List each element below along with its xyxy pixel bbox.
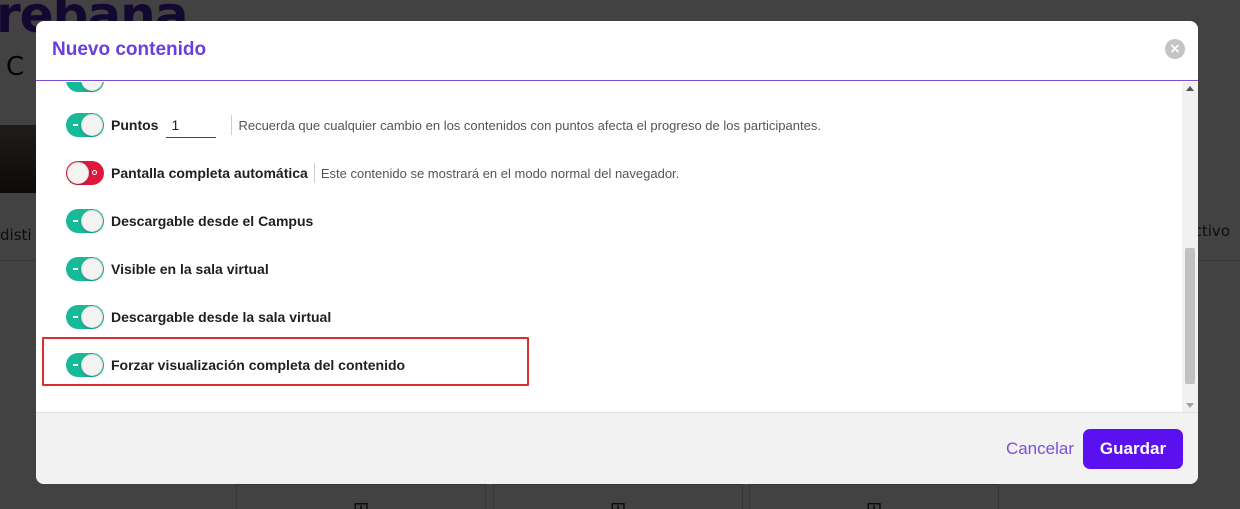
modal-footer: Cancelar Guardar	[36, 412, 1198, 484]
toggle-row-descargable-campus: Descargable desde el Campus	[66, 206, 313, 236]
puntos-label: Puntos	[111, 117, 159, 133]
puntos-toggle[interactable]	[66, 113, 104, 137]
fullscreen-toggle[interactable]	[66, 161, 104, 185]
scrollbar[interactable]	[1182, 82, 1198, 412]
save-button[interactable]: Guardar	[1083, 429, 1183, 469]
toggle-row-visible-sala: Visible en la sala virtual	[66, 254, 269, 284]
scroll-up-icon[interactable]	[1186, 86, 1194, 91]
visible-sala-label: Visible en la sala virtual	[111, 261, 269, 277]
force-view-toggle[interactable]	[66, 353, 104, 377]
descargable-sala-label: Descargable desde la sala virtual	[111, 309, 332, 325]
toggle-row-pantalla: Pantalla completa automática Este conten…	[66, 158, 679, 188]
points-input[interactable]	[166, 112, 217, 138]
puntos-hint: Recuerda que cualquier cambio en los con…	[238, 117, 821, 133]
toggle-row-descargable-sala: Descargable desde la sala virtual	[66, 302, 331, 332]
download-room-toggle[interactable]	[66, 305, 104, 329]
divider	[313, 163, 315, 183]
toggle-row-partial	[66, 82, 104, 95]
download-campus-toggle[interactable]	[66, 209, 104, 233]
toggle-row-forzar: Forzar visualización completa del conten…	[66, 350, 405, 380]
pantalla-label: Pantalla completa automática	[111, 165, 308, 181]
toggle-row-puntos: Puntos Recuerda que cualquier cambio en …	[66, 110, 821, 140]
modal-title: Nuevo contenido	[52, 39, 207, 60]
modal-body: Puntos Recuerda que cualquier cambio en …	[36, 82, 1198, 412]
cancel-button[interactable]: Cancelar	[1006, 439, 1074, 459]
scroll-down-icon[interactable]	[1186, 403, 1194, 408]
descargable-campus-label: Descargable desde el Campus	[111, 213, 314, 229]
new-content-modal: Nuevo contenido × Puntos Recuerda que cu…	[36, 21, 1198, 484]
visible-room-toggle[interactable]	[66, 257, 104, 281]
toggle-switch[interactable]	[66, 82, 104, 92]
pantalla-hint: Este contenido se mostrará en el modo no…	[320, 165, 680, 181]
modal-header: Nuevo contenido ×	[36, 21, 1198, 81]
scroll-thumb[interactable]	[1185, 248, 1195, 384]
close-icon[interactable]: ×	[1165, 39, 1185, 59]
divider	[231, 115, 233, 135]
forzar-label: Forzar visualización completa del conten…	[111, 357, 406, 373]
